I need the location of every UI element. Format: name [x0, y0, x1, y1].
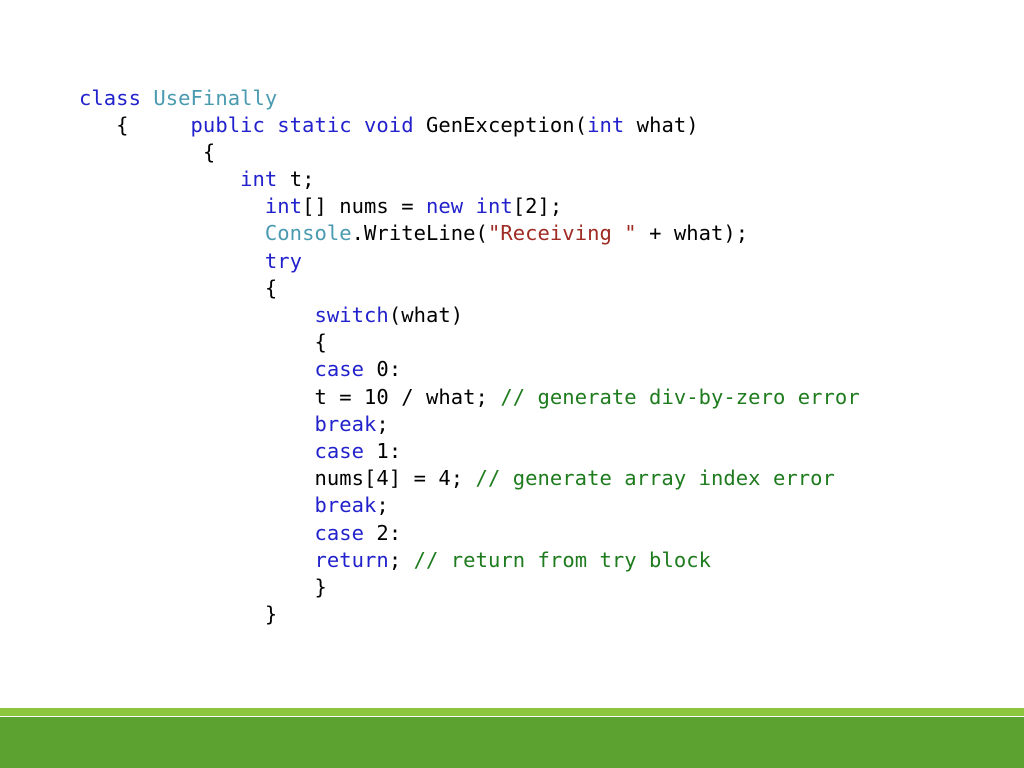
code-token-plain: 1:: [364, 438, 402, 463]
code-line: {: [79, 139, 979, 166]
code-token-keyword: break: [314, 493, 377, 518]
code-token-comment: // return from try block: [413, 547, 712, 572]
code-token-type: UseFinally: [153, 85, 278, 110]
code-token-plain: nums[4] = 4;: [79, 466, 476, 491]
code-line: }: [79, 601, 979, 628]
code-token-plain: ;: [388, 547, 414, 572]
code-token-type: Console: [264, 221, 352, 246]
code-token-plain: GenException(: [425, 112, 588, 137]
code-line: }: [79, 574, 979, 601]
code-token-plain: 0:: [364, 357, 402, 382]
code-token-keyword: class: [79, 85, 154, 110]
code-token-plain: {: [79, 330, 327, 355]
code-token-plain: ;: [376, 493, 389, 518]
code-token-keyword: public static void: [190, 112, 426, 137]
code-token-plain: what): [624, 112, 699, 137]
code-token-comment: // generate array index error: [475, 466, 835, 491]
code-line: try: [79, 248, 979, 275]
code-token-keyword: case: [314, 438, 365, 463]
slide-canvas: class UseFinally { public static void Ge…: [0, 0, 1024, 768]
code-line: nums[4] = 4; // generate array index err…: [79, 465, 979, 492]
code-token-plain: {: [79, 112, 191, 137]
code-token-keyword: try: [264, 248, 303, 273]
code-line: break;: [79, 411, 979, 438]
code-token-plain: 2:: [364, 520, 402, 545]
code-token-string: "Receiving ": [487, 221, 637, 246]
code-line: int[] nums = new int[2];: [79, 193, 979, 220]
code-token-plain: [] nums =: [302, 194, 426, 219]
code-line: case 1:: [79, 438, 979, 465]
code-token-plain: {: [79, 275, 278, 300]
code-line: switch(what): [79, 302, 979, 329]
code-token-plain: .WriteLine(: [351, 221, 488, 246]
code-token-keyword: int: [264, 194, 303, 219]
code-token-keyword: int: [587, 112, 625, 137]
footer-accent-bar-dark: [0, 717, 1024, 768]
code-token-plain: t;: [277, 167, 315, 192]
code-block: class UseFinally { public static void Ge…: [79, 85, 979, 629]
code-line: {: [79, 329, 979, 356]
code-token-keyword: int: [240, 167, 278, 192]
code-line: Console.WriteLine("Receiving " + what);: [79, 220, 979, 247]
code-line: {: [79, 275, 979, 302]
code-line: return; // return from try block: [79, 547, 979, 574]
code-token-keyword: case: [314, 357, 365, 382]
code-line: int t;: [79, 166, 979, 193]
code-line: case 2:: [79, 520, 979, 547]
code-token-plain: t = 10 / what;: [79, 384, 501, 409]
code-token-plain: (what): [388, 303, 464, 327]
code-token-keyword: switch: [314, 303, 389, 327]
code-line: t = 10 / what; // generate div-by-zero e…: [79, 384, 979, 411]
code-line: case 0:: [79, 356, 979, 383]
code-line: break;: [79, 492, 979, 519]
code-token-plain: ;: [376, 411, 389, 436]
code-line: { public static void GenException(int wh…: [79, 112, 979, 139]
code-line: class UseFinally: [79, 85, 979, 112]
code-token-keyword: return: [314, 547, 389, 572]
code-token-keyword: break: [314, 411, 377, 436]
code-token-plain: {: [79, 139, 216, 164]
code-token-keyword: new int: [426, 194, 513, 219]
footer-accent-bar-light: [0, 708, 1024, 716]
code-token-plain: + what);: [636, 221, 749, 246]
code-token-plain: }: [79, 574, 327, 599]
code-token-plain: [2];: [512, 194, 563, 219]
code-token-keyword: case: [314, 520, 365, 545]
code-token-plain: }: [79, 602, 278, 627]
code-token-comment: // generate div-by-zero error: [500, 384, 860, 409]
